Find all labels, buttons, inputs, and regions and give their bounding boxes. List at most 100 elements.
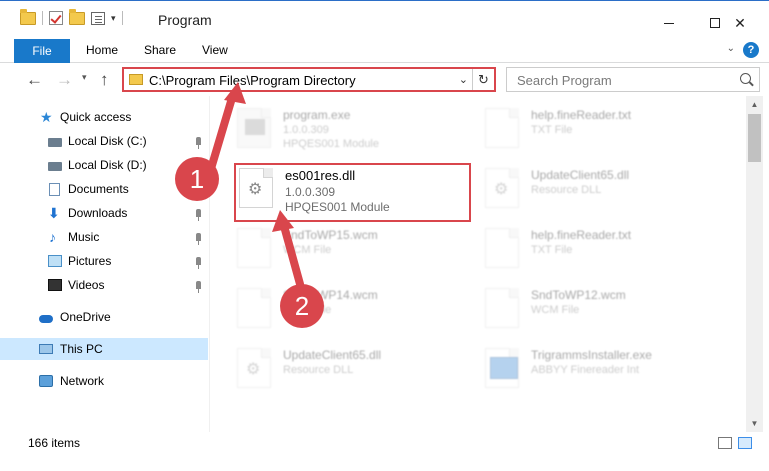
- back-button[interactable]: ←: [26, 70, 43, 90]
- file-item[interactable]: UpdateClient65.dll Resource DLL: [237, 348, 477, 408]
- ribbon-tabs: File Home Share View ⌄ ?: [0, 37, 769, 63]
- properties-check-icon[interactable]: [49, 11, 63, 25]
- item-count: 166 items: [28, 436, 81, 450]
- file-item[interactable]: help.fineReader.txt TXT File: [485, 108, 725, 168]
- close-icon: ✕: [734, 14, 746, 31]
- toolbar-separator: [121, 11, 123, 25]
- tab-share[interactable]: Share: [144, 43, 176, 57]
- dll-file-icon: [485, 168, 519, 208]
- file-description: HPQES001 Module: [283, 138, 379, 150]
- file-type: WCM File: [283, 244, 332, 256]
- status-bar: 166 items: [0, 432, 769, 454]
- step-1-badge: 1: [175, 157, 219, 201]
- file-name: help.fineReader.txt: [531, 228, 632, 242]
- scroll-down-icon[interactable]: ▼: [746, 415, 763, 432]
- file-item[interactable]: es001res.dll 1.0.0.309 HPQES001 Module: [239, 168, 479, 228]
- music-icon: ♪: [49, 229, 56, 245]
- sidebar-item-label: Local Disk (C:): [68, 134, 147, 148]
- sidebar-item-label: Network: [60, 374, 105, 388]
- expand-ribbon-icon[interactable]: ⌄: [727, 43, 735, 54]
- tab-home[interactable]: Home: [86, 43, 118, 57]
- file-name: SndToWP15.wcm: [283, 228, 378, 242]
- toolbar-separator: [42, 11, 43, 25]
- sidebar-item-onedrive[interactable]: OneDrive: [0, 306, 208, 328]
- refresh-button[interactable]: ↻: [472, 69, 494, 90]
- file-type: Resource DLL: [283, 364, 354, 376]
- pictures-icon: [48, 255, 62, 267]
- file-name: UpdateClient65.dll: [531, 168, 630, 182]
- window-title: Program: [158, 12, 212, 28]
- pin-icon: [196, 233, 201, 245]
- address-folder-icon: [129, 74, 143, 85]
- document-icon: [49, 182, 60, 196]
- customize-toolbar-dropdown-icon[interactable]: ▾: [111, 13, 116, 24]
- sidebar-item-local-disk-c[interactable]: Local Disk (C:): [0, 130, 208, 152]
- computer-icon: [39, 344, 53, 354]
- tab-file[interactable]: File: [14, 39, 70, 63]
- sidebar-item-pictures[interactable]: Pictures: [0, 250, 208, 272]
- search-box[interactable]: Search Program: [506, 67, 760, 92]
- disk-icon: [48, 137, 62, 147]
- file-item[interactable]: help.fineReader.txt TXT File: [485, 228, 725, 288]
- disk-icon: [48, 161, 62, 171]
- sidebar-item-label: Pictures: [68, 254, 112, 268]
- star-icon: ★: [40, 109, 53, 125]
- cloud-icon: [39, 314, 53, 323]
- pin-icon: [196, 137, 201, 149]
- vertical-scrollbar[interactable]: ▲ ▼: [746, 96, 763, 432]
- tiles-view-icon[interactable]: [738, 437, 752, 449]
- wcm-file-icon: [485, 288, 519, 328]
- sidebar-item-label: Music: [68, 230, 100, 244]
- sidebar-item-videos[interactable]: Videos: [0, 274, 208, 296]
- window-bottom-edge: [0, 454, 769, 471]
- installer-file-icon: [485, 348, 519, 388]
- sidebar-item-label: Downloads: [68, 206, 128, 220]
- forward-button[interactable]: →: [56, 70, 73, 90]
- file-type: TXT File: [531, 244, 573, 256]
- sidebar-item-downloads[interactable]: ⬇ Downloads: [0, 202, 208, 224]
- download-icon: ⬇: [48, 205, 60, 221]
- sidebar-item-label: This PC: [60, 342, 103, 356]
- file-list: program.exe 1.0.0.309 HPQES001 Module he…: [211, 96, 746, 432]
- scrollbar-thumb[interactable]: [748, 114, 761, 162]
- sidebar-item-network[interactable]: Network: [0, 370, 208, 392]
- file-item[interactable]: SndToWP12.wcm WCM File: [485, 288, 725, 348]
- file-type: ABBYY Finereader Int: [531, 364, 640, 376]
- sidebar-item-this-pc[interactable]: This PC: [0, 338, 208, 360]
- file-item[interactable]: SndToWP15.wcm WCM File: [237, 228, 477, 288]
- dll-file-icon: [237, 348, 271, 388]
- wcm-file-icon: [237, 288, 271, 328]
- sidebar-item-label: Quick access: [60, 110, 132, 124]
- file-item[interactable]: SndToWP14.wcm WCM File: [237, 288, 477, 348]
- details-view-icon[interactable]: [718, 437, 732, 449]
- help-icon[interactable]: ?: [743, 42, 759, 58]
- address-path[interactable]: C:\Program Files\Program Directory: [149, 73, 356, 88]
- search-input[interactable]: Search Program: [517, 73, 612, 88]
- address-bar[interactable]: C:\Program Files\Program Directory ⌄ ↻: [122, 67, 496, 92]
- file-name: es001res.dll: [285, 168, 356, 183]
- sidebar-item-label: OneDrive: [60, 310, 111, 324]
- scroll-up-icon[interactable]: ▲: [746, 96, 763, 113]
- search-icon[interactable]: [740, 73, 751, 84]
- recent-locations-icon[interactable]: ▾: [82, 72, 87, 83]
- up-button[interactable]: ↑: [100, 70, 109, 90]
- wcm-file-icon: [237, 228, 271, 268]
- file-type: TXT File: [531, 124, 573, 136]
- file-item[interactable]: TrigrammsInstaller.exe ABBYY Finereader …: [485, 348, 725, 408]
- file-name: UpdateClient65.dll: [283, 348, 382, 362]
- selected-file-es001res[interactable]: es001res.dll 1.0.0.309 HPQES001 Module: [234, 163, 471, 222]
- sidebar-item-quick-access[interactable]: ★ Quick access: [0, 106, 208, 128]
- sidebar-item-music[interactable]: ♪ Music: [0, 226, 208, 248]
- file-item[interactable]: UpdateClient65.dll Resource DLL: [485, 168, 725, 228]
- file-name: help.fineReader.txt: [531, 108, 632, 122]
- file-type: WCM File: [531, 304, 580, 316]
- address-dropdown-icon[interactable]: ⌄: [459, 73, 468, 86]
- file-type: Resource DLL: [531, 184, 602, 196]
- new-folder-icon[interactable]: [69, 8, 85, 25]
- file-item[interactable]: program.exe 1.0.0.309 HPQES001 Module: [237, 108, 477, 168]
- file-description: HPQES001 Module: [285, 200, 390, 214]
- properties-icon[interactable]: [91, 11, 105, 25]
- tab-view[interactable]: View: [202, 43, 228, 57]
- video-icon: [48, 279, 62, 291]
- folder-icon[interactable]: [20, 8, 36, 25]
